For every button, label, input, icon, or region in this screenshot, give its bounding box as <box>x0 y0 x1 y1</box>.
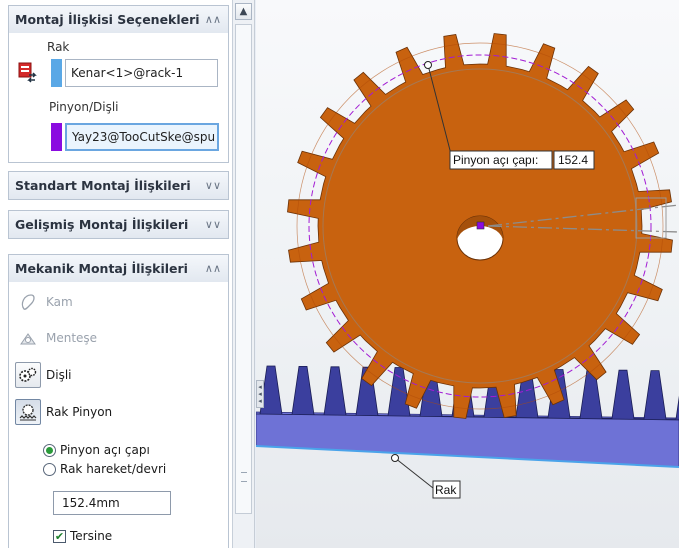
hinge-label: Menteşe <box>46 331 98 345</box>
mechanical-mates-header[interactable]: Mekanik Montaj İlişkileri ∧∧ <box>9 255 228 282</box>
scroll-thumb[interactable] <box>235 24 252 514</box>
standard-mates-group: Standart Montaj İlişkileri ∨∨ <box>8 171 229 200</box>
gear-label: Dişli <box>46 368 72 382</box>
hinge-mate-button[interactable]: Menteşe <box>15 324 97 352</box>
standard-mates-header[interactable]: Standart Montaj İlişkileri ∨∨ <box>9 172 228 199</box>
gear-mate-button[interactable]: Dişli <box>15 361 72 389</box>
travel-per-rev-label: Rak hareket/devri <box>60 462 167 476</box>
rack-callout-leader <box>394 457 434 489</box>
pinion-label: Pinyon/Dişli <box>49 100 119 114</box>
reverse-label: Tersine <box>70 529 113 543</box>
pitch-diameter-radio[interactable]: Pinyon açı çapı <box>43 443 150 457</box>
model-view: Pinyon açı çapı: 152.4 Rak <box>256 33 679 499</box>
mate-selections-title: Montaj İlişkisi Seçenekleri <box>15 12 200 27</box>
rack-pinion-label: Rak Pinyon <box>46 405 113 419</box>
pitch-diameter-input[interactable]: 152.4mm <box>53 491 171 515</box>
pitch-diameter-dimension[interactable]: Pinyon açı çapı: 152.4 <box>449 150 595 170</box>
rack-pinion-icon <box>15 399 41 425</box>
pinion-selection-field[interactable]: Yay23@TooCutSke@spu <box>65 123 219 151</box>
dimension-label: Pinyon açı çapı: <box>453 153 538 167</box>
gear-icon <box>15 362 41 388</box>
checkbox-checked-icon: ✔ <box>53 529 66 543</box>
cam-icon <box>15 289 41 315</box>
radio-unselected-icon <box>43 462 56 476</box>
graphics-viewport[interactable]: Pinyon açı çapı: 152.4 Rak <box>256 0 679 548</box>
panel-splitter-handle[interactable]: ◂ ◂ ◂ <box>256 380 264 408</box>
reverse-checkbox[interactable]: ✔ Tersine <box>53 529 112 543</box>
advanced-mates-header[interactable]: Gelişmiş Montaj İlişkileri ∨∨ <box>9 211 228 238</box>
scroll-up-arrow-icon[interactable]: ▲ <box>235 3 252 20</box>
advanced-mates-group: Gelişmiş Montaj İlişkileri ∨∨ <box>8 210 229 239</box>
pitch-diameter-label: Pinyon açı çapı <box>60 443 150 457</box>
rack-selection-field[interactable]: Kenar<1>@rack-1 <box>65 59 218 87</box>
property-manager: Montaj İlişkisi Seçenekleri ∧∧ Rak Kenar… <box>0 0 233 548</box>
mate-selections-header[interactable]: Montaj İlişkisi Seçenekleri ∧∧ <box>9 6 228 33</box>
mechanical-mates-group: Mekanik Montaj İlişkileri ∧∧ Kam Menteşe… <box>8 254 229 548</box>
expand-chevron-icon[interactable]: ∨∨ <box>205 179 221 192</box>
dimension-value: 152.4 <box>558 153 588 167</box>
pinion-color-swatch <box>51 123 62 151</box>
rack-label: Rak <box>47 40 70 54</box>
hinge-icon <box>15 325 41 351</box>
mate-selections-group: Montaj İlişkisi Seçenekleri ∧∧ Rak Kenar… <box>8 5 229 163</box>
rack-callout-label: Rak <box>435 483 457 497</box>
expand-chevron-icon[interactable]: ∨∨ <box>205 218 221 231</box>
cam-label: Kam <box>46 295 73 309</box>
dimension-anchor-icon <box>424 61 432 69</box>
panel-scrollbar[interactable]: ▲ <box>233 0 255 548</box>
rack-callout-anchor-icon <box>391 454 399 462</box>
collapse-chevron-icon[interactable]: ∧∧ <box>205 13 221 26</box>
pinion-gear-model[interactable] <box>287 33 679 419</box>
mate-selection-icon <box>17 61 39 86</box>
rack-color-swatch <box>51 59 62 87</box>
rack-callout[interactable]: Rak <box>432 480 461 499</box>
radio-selected-icon <box>43 443 56 457</box>
mechanical-mates-title: Mekanik Montaj İlişkileri <box>15 261 188 276</box>
advanced-mates-title: Gelişmiş Montaj İlişkileri <box>15 217 189 232</box>
standard-mates-title: Standart Montaj İlişkileri <box>15 178 191 193</box>
collapse-chevron-icon[interactable]: ∧∧ <box>205 262 221 275</box>
cam-mate-button[interactable]: Kam <box>15 288 73 316</box>
scroll-grip-icon <box>241 472 247 482</box>
rack-pinion-mate-button[interactable]: Rak Pinyon <box>15 398 112 426</box>
travel-per-rev-radio[interactable]: Rak hareket/devri <box>43 462 166 476</box>
